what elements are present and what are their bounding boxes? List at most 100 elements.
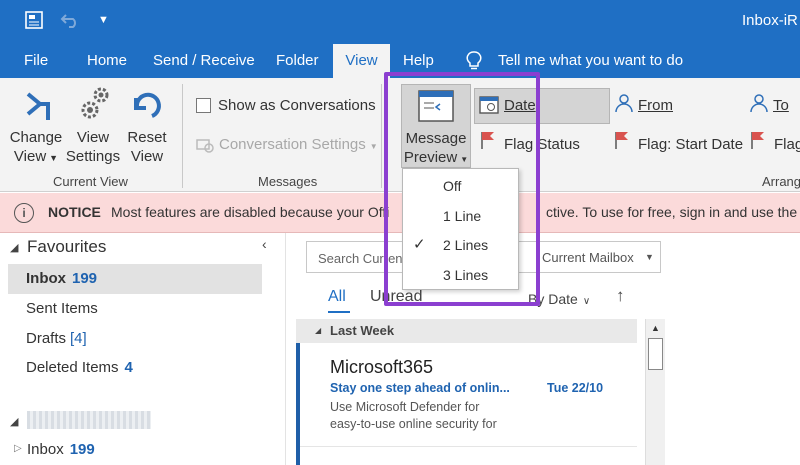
folder-label: Deleted Items: [26, 359, 119, 376]
ribbon-divider: [182, 84, 183, 188]
arrange-to-icon: [748, 92, 770, 118]
app-icon[interactable]: [24, 10, 44, 35]
mailbox-scope-dropdown[interactable]: Current Mailbox: [542, 250, 634, 265]
group-label-arrangement: Arrang: [762, 174, 800, 189]
expand-inbox-icon[interactable]: ▷: [14, 443, 22, 454]
reset-view-label-2: View: [130, 148, 164, 165]
group-label: Last Week: [330, 323, 395, 338]
menu-item-off[interactable]: Off: [403, 171, 518, 201]
checkmark-icon: ✓: [413, 236, 426, 253]
unread-count: 199: [72, 270, 98, 287]
arrange-flag-more-button[interactable]: Flag: [774, 136, 800, 153]
folder-inbox-account[interactable]: Inbox 199: [27, 441, 95, 458]
arrange-date-label: Date: [504, 97, 536, 114]
message-preview-menu: Off 1 Line ✓ 2 Lines 3 Lines: [402, 168, 519, 290]
collapse-account-icon[interactable]: ◢: [10, 415, 18, 428]
change-view-label-1: Change: [9, 129, 63, 146]
message-date: Tue 22/10: [547, 381, 604, 395]
search-input[interactable]: Search Curren: [318, 251, 403, 266]
lightbulb-icon: [466, 51, 482, 75]
chevron-down-icon[interactable]: ▼: [645, 252, 654, 262]
tab-unread[interactable]: Unread: [370, 288, 422, 306]
folder-drafts[interactable]: Drafts [4]: [8, 324, 262, 354]
menu-item-label: Off: [443, 178, 462, 194]
group-label-current-view: Current View: [53, 174, 128, 189]
tab-view[interactable]: View: [333, 44, 390, 78]
tab-all-underline: [328, 311, 350, 313]
arrange-to-button[interactable]: To: [773, 97, 789, 114]
notice-bar: i NOTICE Most features are disabled beca…: [0, 193, 800, 233]
calendar-icon: [479, 94, 499, 118]
folder-label: Sent Items: [26, 300, 98, 317]
scroll-up-icon[interactable]: ▲: [651, 323, 660, 333]
ribbon-divider: [381, 84, 382, 188]
collapse-group-icon[interactable]: ◢: [315, 326, 321, 335]
menu-item-2-lines[interactable]: ✓ 2 Lines: [403, 230, 518, 260]
account-name-blurred[interactable]: [27, 411, 151, 429]
folder-inbox[interactable]: Inbox 199: [8, 264, 262, 294]
info-icon: i: [14, 203, 34, 223]
draft-count: [4]: [70, 330, 87, 347]
window-title: Inbox-iR: [742, 12, 798, 29]
menu-item-label: 3 Lines: [443, 267, 489, 283]
tab-file[interactable]: File: [24, 44, 48, 78]
menu-item-label: 1 Line: [443, 208, 482, 224]
minimize-pane-icon[interactable]: ‹: [262, 236, 267, 252]
reset-view-button[interactable]: Reset View: [122, 128, 172, 166]
notice-text-continued: ctive. To use for free, sign in and use …: [546, 204, 800, 220]
folder-sent-items[interactable]: Sent Items: [8, 294, 262, 324]
sort-by-date-dropdown[interactable]: By Date ∨: [528, 291, 590, 307]
message-preview-line-2: easy-to-use online security for: [330, 417, 497, 431]
folder-deleted-items[interactable]: Deleted Items 4: [8, 353, 262, 383]
unread-count: 4: [124, 359, 133, 376]
collapse-favourites-icon[interactable]: ◢: [10, 241, 18, 254]
chevron-down-icon: ∨: [582, 296, 591, 307]
conversation-settings-button[interactable]: Conversation Settings ▼: [219, 136, 378, 153]
chevron-down-icon: ▼: [460, 155, 469, 164]
menu-item-1-line[interactable]: 1 Line: [403, 201, 518, 231]
tell-me-search[interactable]: Tell me what you want to do: [498, 44, 683, 78]
title-bar: ▼ Inbox-iR: [0, 0, 800, 44]
chevron-down-icon: ▼: [369, 142, 378, 151]
tab-help[interactable]: Help: [403, 44, 434, 78]
menu-item-3-lines[interactable]: 3 Lines: [403, 260, 518, 290]
flag-icon: [480, 130, 496, 154]
arrange-flag-status-button[interactable]: Flag Status: [504, 136, 580, 153]
undo-icon[interactable]: [60, 11, 80, 34]
message-preview-label: Message Preview ▼: [401, 129, 471, 169]
change-view-button[interactable]: Change View ▼: [6, 128, 66, 168]
arrange-flag-start-date-button[interactable]: Flag: Start Date: [638, 136, 743, 153]
selected-item-marker: [296, 343, 300, 465]
conversation-settings-icon: [196, 136, 214, 158]
quick-access-dropdown-icon[interactable]: ▼: [98, 14, 109, 26]
change-view-label-2: View: [13, 148, 47, 165]
view-settings-label-1: View: [76, 129, 110, 146]
arrange-from-button[interactable]: From: [638, 97, 673, 114]
tab-folder[interactable]: Folder: [276, 44, 319, 78]
folder-pane: ◢ Favourites ‹ Inbox 199 Sent Items Draft…: [0, 233, 285, 465]
flag-icon: [614, 130, 630, 154]
sort-direction-icon[interactable]: ↑: [616, 286, 625, 306]
message-sender: Microsoft365: [330, 357, 434, 377]
scrollbar-thumb[interactable]: [648, 338, 663, 370]
conversation-settings-label: Conversation Settings: [219, 136, 366, 153]
show-conversations-label[interactable]: Show as Conversations: [218, 97, 376, 114]
tab-home[interactable]: Home: [87, 44, 127, 78]
message-list-pane: Search Curren Current Mailbox ▼ All Unre…: [285, 233, 800, 465]
message-preview-label-2: Preview: [403, 149, 458, 166]
show-conversations-checkbox[interactable]: [196, 98, 211, 113]
ribbon-tabs: File Home Send / Receive Folder View Hel…: [0, 44, 800, 78]
favourites-heading[interactable]: Favourites: [27, 237, 106, 257]
flag-icon: [750, 130, 766, 154]
group-label-messages: Messages: [258, 174, 318, 189]
ribbon: Change View ▼ View Settings Reset View Cu…: [0, 78, 800, 192]
reset-view-label-1: Reset: [127, 129, 167, 146]
gear-icon: [78, 86, 110, 124]
folder-label: Drafts: [26, 330, 67, 347]
view-settings-button[interactable]: View Settings: [64, 128, 122, 166]
chevron-down-icon: ▼: [49, 153, 59, 163]
folder-label: Inbox: [27, 441, 64, 458]
arrange-from-icon: [613, 92, 635, 118]
tab-all[interactable]: All: [328, 288, 346, 306]
tab-send-receive[interactable]: Send / Receive: [153, 44, 255, 78]
